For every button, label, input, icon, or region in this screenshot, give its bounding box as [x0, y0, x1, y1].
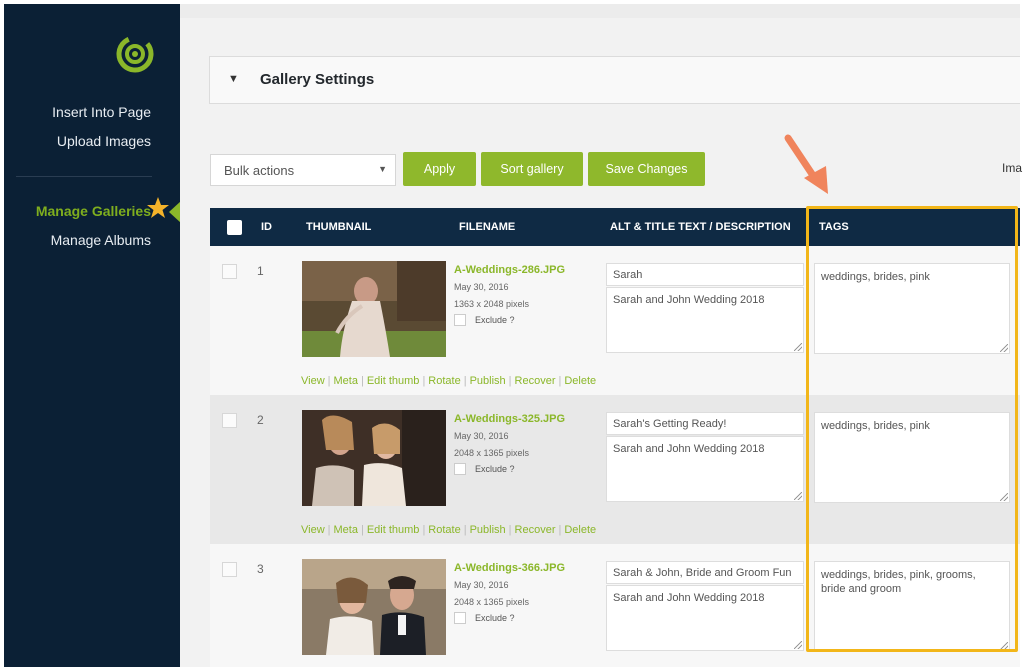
truncated-label: Ima	[1002, 161, 1023, 175]
table-row: 1 A-Weddings-286.JPG May 30, 2016 1363 x…	[210, 246, 1020, 395]
view-link[interactable]: View	[301, 524, 325, 536]
file-date: May 30, 2016	[454, 580, 509, 590]
delete-link[interactable]: Delete	[564, 375, 596, 387]
header-alt-title-description[interactable]: ALT & TITLE TEXT / DESCRIPTION	[610, 221, 791, 233]
thumbnail-image[interactable]	[302, 559, 446, 655]
resize-grip-icon[interactable]	[794, 641, 802, 649]
recover-link[interactable]: Recover	[515, 524, 556, 536]
filename-link[interactable]: A-Weddings-366.JPG	[454, 562, 565, 574]
row-actions: View | Meta | Edit thumb | Rotate | Publish | Reco…	[301, 375, 597, 387]
delete-link[interactable]: Delete	[564, 524, 596, 536]
description-text: Sarah and John Wedding 2018	[613, 592, 765, 604]
view-link[interactable]: View	[301, 375, 325, 387]
sidebar-divider	[16, 176, 152, 177]
filename-link[interactable]: A-Weddings-286.JPG	[454, 264, 565, 276]
description-textarea[interactable]: Sarah and John Wedding 2018	[606, 436, 804, 502]
sort-gallery-button[interactable]: Sort gallery	[481, 152, 583, 186]
caret-down-icon[interactable]: ▼	[228, 73, 239, 85]
edit-thumb-link[interactable]: Edit thumb	[367, 524, 420, 536]
apply-button[interactable]: Apply	[403, 152, 476, 186]
alt-title-input[interactable]: Sarah's Getting Ready!	[606, 412, 804, 435]
description-textarea[interactable]: Sarah and John Wedding 2018	[606, 287, 804, 353]
file-dimensions: 2048 x 1365 pixels	[454, 597, 530, 607]
resize-grip-icon[interactable]	[1000, 493, 1008, 501]
description-text: Sarah and John Wedding 2018	[613, 294, 765, 306]
exclude-label: Exclude ?	[475, 464, 515, 474]
row-id: 3	[257, 562, 264, 576]
resize-grip-icon[interactable]	[1000, 344, 1008, 352]
chevron-down-icon: ▼	[378, 164, 387, 174]
exclude-label: Exclude ?	[475, 315, 515, 325]
tags-text: weddings, brides, pink	[821, 420, 930, 432]
header-thumbnail: THUMBNAIL	[306, 221, 372, 233]
meta-link[interactable]: Meta	[334, 524, 358, 536]
header-tags: TAGS	[819, 221, 849, 233]
header-filename[interactable]: FILENAME	[459, 221, 515, 233]
gallery-settings-panel[interactable]: ▼ Gallery Settings	[209, 56, 1020, 104]
sidebar-item-manage-albums[interactable]: Manage Albums	[51, 232, 151, 248]
file-dimensions: 1363 x 2048 pixels	[454, 299, 530, 309]
description-text: Sarah and John Wedding 2018	[613, 443, 765, 455]
file-dimensions: 2048 x 1365 pixels	[454, 448, 530, 458]
thumbnail-image[interactable]	[302, 410, 446, 506]
select-all-checkbox[interactable]	[227, 220, 242, 235]
file-date: May 30, 2016	[454, 282, 509, 292]
row-actions: View | Meta | Edit thumb | Rotate | Publish | Reco…	[301, 524, 597, 536]
resize-grip-icon[interactable]	[794, 343, 802, 351]
row-checkbox[interactable]	[222, 562, 237, 577]
meta-link[interactable]: Meta	[334, 375, 358, 387]
tags-textarea[interactable]: weddings, brides, pink	[814, 412, 1010, 503]
table-row: 3 A-Weddings-366.JPG May 30, 2016 2048 x…	[210, 544, 1020, 667]
tags-textarea[interactable]: weddings, brides, pink, grooms, bride an…	[814, 561, 1010, 652]
sidebar-item-upload-images[interactable]: Upload Images	[57, 133, 151, 149]
edit-thumb-link[interactable]: Edit thumb	[367, 375, 420, 387]
top-band	[180, 4, 1020, 18]
resize-grip-icon[interactable]	[1000, 642, 1008, 650]
exclude-label: Exclude ?	[475, 613, 515, 623]
gallery-settings-title: Gallery Settings	[260, 71, 375, 88]
save-changes-button[interactable]: Save Changes	[588, 152, 705, 186]
alt-title-input[interactable]: Sarah & John, Bride and Groom Fun	[606, 561, 804, 584]
recover-link[interactable]: Recover	[515, 375, 556, 387]
exclude-checkbox[interactable]	[454, 314, 466, 326]
star-icon	[147, 197, 169, 218]
row-checkbox[interactable]	[222, 413, 237, 428]
table-header: ID THUMBNAIL FILENAME ALT & TITLE TEXT /…	[210, 208, 1020, 246]
bulk-actions-label: Bulk actions	[224, 163, 295, 178]
arrow-annotation-icon	[784, 134, 828, 194]
file-date: May 30, 2016	[454, 431, 509, 441]
thumbnail-image[interactable]	[302, 261, 446, 357]
row-id: 1	[257, 264, 264, 278]
description-textarea[interactable]: Sarah and John Wedding 2018	[606, 585, 804, 651]
resize-grip-icon[interactable]	[794, 492, 802, 500]
tags-textarea[interactable]: weddings, brides, pink	[814, 263, 1010, 354]
sidebar-item-insert-into-page[interactable]: Insert Into Page	[52, 104, 151, 120]
bulk-actions-select[interactable]: Bulk actions ▼	[210, 154, 396, 186]
exclude-checkbox[interactable]	[454, 612, 466, 624]
tags-text: weddings, brides, pink, grooms, bride an…	[821, 569, 976, 595]
sidebar-item-manage-galleries[interactable]: Manage Galleries	[36, 203, 151, 219]
sidebar: Insert Into Page Upload Images Manage Ga…	[4, 4, 183, 667]
tags-text: weddings, brides, pink	[821, 271, 930, 283]
filename-link[interactable]: A-Weddings-325.JPG	[454, 413, 565, 425]
rotate-link[interactable]: Rotate	[428, 524, 460, 536]
main-content: ▼ Gallery Settings Bulk actions ▼ Apply …	[180, 4, 1023, 667]
alt-title-input[interactable]: Sarah	[606, 263, 804, 286]
header-id[interactable]: ID	[261, 221, 272, 233]
table-row: 2 A-Weddings-325.JPG May 30, 2016 2048 x…	[210, 395, 1020, 544]
rotate-link[interactable]: Rotate	[428, 375, 460, 387]
row-checkbox[interactable]	[222, 264, 237, 279]
publish-link[interactable]: Publish	[470, 375, 506, 387]
exclude-checkbox[interactable]	[454, 463, 466, 475]
row-id: 2	[257, 413, 264, 427]
nextgen-logo-icon	[116, 35, 154, 73]
publish-link[interactable]: Publish	[470, 524, 506, 536]
